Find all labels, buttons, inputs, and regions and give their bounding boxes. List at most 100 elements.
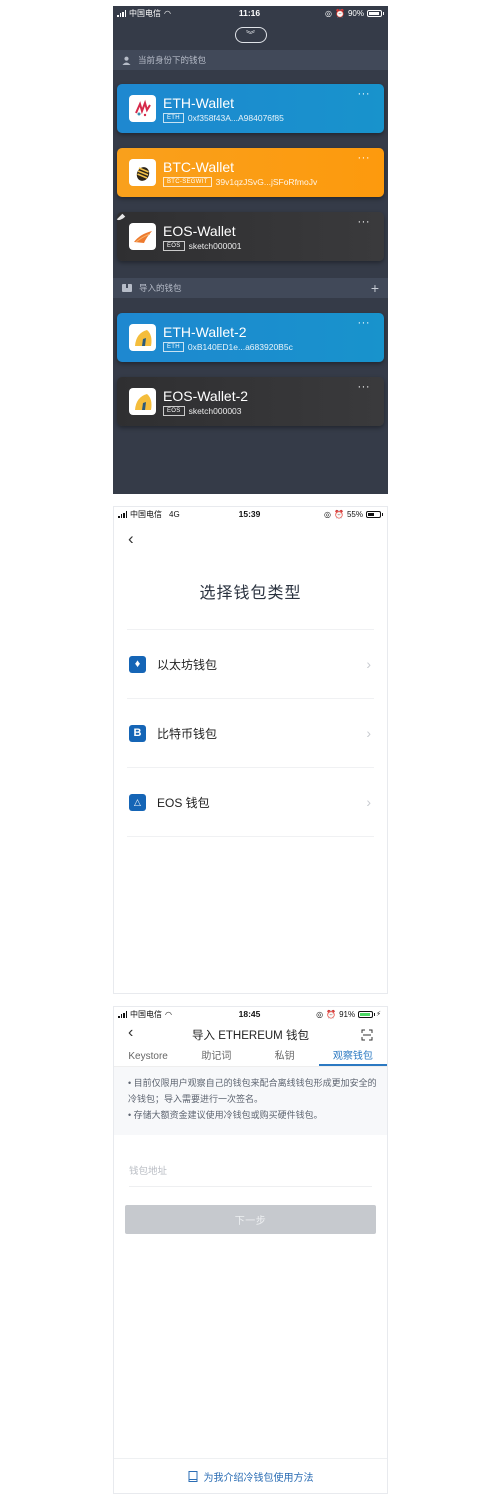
wallet-avatar-icon: [129, 95, 156, 122]
battery-icon: [367, 9, 384, 17]
carrier-label: 中国电信: [130, 1009, 162, 1019]
imported-wallets-header: 导入的钱包 +: [113, 278, 388, 298]
wallet-avatar-icon: [129, 388, 156, 415]
collapse-button[interactable]: ︾: [234, 27, 267, 43]
alarm-icon: ⏰: [326, 1009, 337, 1019]
wallet-card-eth[interactable]: ETH-Wallet ETH 0xf358f43A...A984076f85 ·…: [117, 84, 384, 133]
link-label: 为我介绍冷钱包使用方法: [203, 1472, 314, 1484]
ethereum-icon: ♦: [129, 655, 146, 673]
location-icon: ◎: [325, 8, 333, 18]
wallet-type-label: EOS 钱包: [157, 795, 210, 810]
wallet-name: EOS-Wallet: [163, 222, 236, 239]
carrier-label: 中国电信: [130, 509, 162, 519]
wallet-card-btc[interactable]: BTC-Wallet BTC-SEGWIT 39v1qzJSvG...jSFoR…: [117, 148, 384, 197]
battery-percent: 55%: [346, 509, 363, 519]
book-icon: [188, 1470, 197, 1482]
user-icon: [122, 56, 131, 65]
wallet-address: 39v1qzJSvG...jSFoRfmoJv: [215, 176, 318, 187]
carrier-label: 中国电信: [129, 8, 161, 18]
wallet-address-input[interactable]: 钱包地址: [129, 1159, 372, 1187]
notice-box: • 目前仅限用户观察自己的钱包来配合离线钱包形成更加安全的冷钱包；导入需要进行一…: [114, 1067, 387, 1135]
wallet-address: sketch000003: [188, 405, 242, 416]
tab-watch-wallet[interactable]: 观察钱包: [318, 1049, 387, 1066]
charging-icon: ⚡: [376, 1011, 381, 1018]
signal-icon: [117, 9, 126, 17]
wallet-address: 0xf358f43A...A984076f85: [187, 112, 284, 123]
wallet-type-ethereum[interactable]: ♦ 以太坊钱包 ›: [127, 630, 374, 699]
location-icon: ◎: [324, 509, 332, 519]
battery-icon: [358, 1010, 376, 1018]
scan-qr-icon[interactable]: [361, 1029, 373, 1041]
alarm-icon: ⏰: [335, 8, 345, 18]
chevron-right-icon: ›: [366, 725, 371, 741]
more-options-icon[interactable]: ···: [358, 318, 371, 329]
tab-private-key[interactable]: 私钥: [251, 1049, 319, 1066]
wallet-list-screen: 中国电信 ◠ 11:16 ◎ ⏰ 90% ︾ 当前身份下的钱包 ETH-Wall…: [113, 6, 388, 494]
more-options-icon[interactable]: ···: [358, 89, 371, 100]
wallet-name: EOS-Wallet-2: [163, 387, 249, 404]
wallet-address: sketch000001: [188, 240, 242, 251]
choose-wallet-type-screen: 中国电信 4G 15:39 ◎ ⏰ 55% ‹ 选择钱包类型 ♦ 以太坊钱包 ›…: [113, 506, 388, 994]
cold-wallet-guide-link[interactable]: 为我介绍冷钱包使用方法: [114, 1458, 387, 1493]
double-chevron-down-icon: ︾: [245, 29, 255, 40]
more-options-icon[interactable]: ···: [358, 382, 371, 393]
battery-icon: [366, 510, 383, 518]
chain-badge: BTC-SEGWIT: [163, 176, 212, 187]
wallet-type-list: ♦ 以太坊钱包 › B 比特币钱包 › △ EOS 钱包 ›: [127, 629, 374, 837]
clock: 18:45: [238, 1009, 261, 1019]
wallet-type-label: 比特币钱包: [157, 726, 218, 741]
alarm-icon: ⏰: [334, 509, 344, 519]
eos-icon: △: [129, 793, 146, 811]
clock: 11:16: [238, 8, 261, 18]
identity-wallets-header: 当前身份下的钱包: [113, 50, 388, 70]
import-method-tabs: Keystore 助记词 私钥 观察钱包: [114, 1049, 387, 1067]
chevron-right-icon: ›: [366, 656, 371, 672]
wallet-card-eth-2[interactable]: ETH-Wallet-2 ETH 0xB140ED1e...a683920B5c…: [117, 313, 384, 362]
wallet-avatar-icon: [129, 223, 156, 250]
network-label: 4G: [169, 509, 180, 519]
page-title: 导入 ETHEREUM 钱包: [192, 1030, 309, 1042]
signal-icon: [118, 1010, 127, 1018]
tab-mnemonic[interactable]: 助记词: [182, 1049, 250, 1066]
add-wallet-icon[interactable]: +: [371, 280, 379, 296]
import-ethereum-wallet-screen: 中国电信 ◠ 18:45 ◎ ⏰ 91% ⚡ ‹ 导入 ETHEREUM 钱包 …: [113, 1006, 388, 1494]
section-title: 当前身份下的钱包: [138, 55, 207, 65]
notice-text: • 目前仅限用户观察自己的钱包来配合离线钱包形成更加安全的冷钱包；导入需要进行一…: [128, 1078, 377, 1104]
status-bar: 中国电信 ◠ 11:16 ◎ ⏰ 90%: [113, 6, 388, 20]
location-icon: ◎: [316, 1009, 324, 1019]
wallet-address: 0xB140ED1e...a683920B5c: [187, 341, 293, 352]
wallet-type-label: 以太坊钱包: [157, 657, 218, 672]
status-bar: 中国电信 ◠ 18:45 ◎ ⏰ 91% ⚡: [114, 1007, 387, 1021]
next-button[interactable]: 下一步: [125, 1205, 376, 1234]
signal-icon: [118, 510, 127, 518]
wallet-avatar-icon: [129, 324, 156, 351]
back-button[interactable]: ‹: [128, 529, 134, 549]
wallet-name: ETH-Wallet-2: [163, 323, 247, 340]
wifi-icon: ◠: [165, 1009, 172, 1019]
more-options-icon[interactable]: ···: [358, 153, 371, 164]
chain-badge: ETH: [163, 341, 184, 352]
wallet-name: BTC-Wallet: [163, 158, 235, 175]
wifi-icon: ◠: [164, 8, 171, 18]
battery-percent: 91%: [339, 1009, 356, 1019]
wallet-import-icon: [122, 284, 132, 292]
wallet-card-eos-2[interactable]: EOS-Wallet-2 EOS sketch000003 ···: [117, 377, 384, 426]
bitcoin-icon: B: [129, 724, 146, 742]
more-options-icon[interactable]: ···: [358, 217, 371, 228]
wallet-type-bitcoin[interactable]: B 比特币钱包 ›: [127, 699, 374, 768]
status-bar: 中国电信 4G 15:39 ◎ ⏰ 55%: [114, 507, 387, 521]
nav-bar: ‹ 导入 ETHEREUM 钱包: [114, 1021, 387, 1049]
chevron-right-icon: ›: [366, 794, 371, 810]
wallet-avatar-icon: [129, 159, 156, 186]
tab-keystore[interactable]: Keystore: [114, 1049, 182, 1066]
back-button[interactable]: ‹: [128, 1024, 133, 1042]
clock: 15:39: [238, 509, 261, 519]
wallet-name: ETH-Wallet: [163, 94, 235, 111]
battery-percent: 90%: [347, 8, 364, 18]
wallet-type-eos[interactable]: △ EOS 钱包 ›: [127, 768, 374, 837]
chain-badge: EOS: [163, 405, 185, 416]
wallet-card-eos[interactable]: EOS-Wallet EOS sketch000001 ···: [117, 212, 384, 261]
section-title: 导入的钱包: [139, 283, 182, 293]
notice-text: • 存储大额资金建议使用冷钱包或购买硬件钱包。: [128, 1110, 323, 1120]
chain-badge: EOS: [163, 240, 185, 251]
